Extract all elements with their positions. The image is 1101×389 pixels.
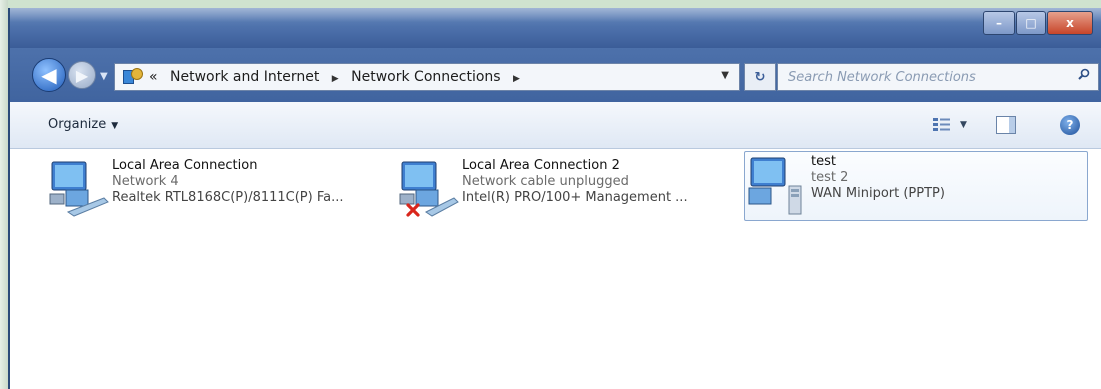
connection-status: test 2 [811,170,849,185]
navigation-bar: ◀ ▶ ▼ « Network and Internet ▶ Network C… [10,48,1101,102]
connection-name: Local Area Connection [112,158,258,173]
search-input[interactable] [778,64,1060,90]
chevron-down-icon: ▼ [960,120,967,130]
forward-button[interactable]: ▶ [68,61,96,89]
connection-device: WAN Miniport (PPTP) [811,186,945,201]
connection-device: Intel(R) PRO/100+ Management ... [462,190,688,205]
breadcrumb-network-and-internet[interactable]: Network and Internet [170,69,319,85]
vpn-connection-icon [745,152,811,215]
disconnected-x-icon [406,203,420,217]
control-panel-icon [123,68,143,86]
change-view-button[interactable]: ▼ [932,116,968,134]
list-item-local-area-connection[interactable]: Local Area Connection Network 4 Realtek … [46,156,386,222]
refresh-button[interactable]: ↻ [744,63,776,91]
explorer-window: – □ x ◀ ▶ ▼ « Network and Internet ▶ Net… [8,8,1101,389]
breadcrumb: « Network and Internet ▶ Network Connect… [149,69,528,85]
breadcrumb-separator-icon[interactable]: ▶ [513,74,520,84]
title-bar[interactable]: – □ x [10,8,1101,48]
command-bar: Organize ▼ ▼ ? [10,102,1101,149]
list-item-test[interactable]: test test 2 WAN Miniport (PPTP) [744,151,1088,221]
minimize-button[interactable]: – [983,11,1015,35]
network-adapter-icon [396,156,462,218]
network-adapter-icon [46,156,112,218]
back-button[interactable]: ◀ [32,58,66,92]
title-bar-sheen [10,8,1101,22]
address-bar[interactable]: « Network and Internet ▶ Network Connect… [114,63,740,91]
list-item-local-area-connection-2[interactable]: Local Area Connection 2 Network cable un… [396,156,742,222]
close-button[interactable]: x [1047,11,1093,35]
desktop-edge [0,0,8,389]
organize-menu-button[interactable]: Organize ▼ [48,117,118,132]
recent-pages-dropdown[interactable]: ▼ [100,71,108,82]
maximize-button[interactable]: □ [1016,11,1046,35]
address-dropdown-icon[interactable]: ▼ [721,70,729,81]
connection-device: Realtek RTL8168C(P)/8111C(P) Fa... [112,190,344,205]
breadcrumb-overflow[interactable]: « [149,69,158,85]
organize-label: Organize [48,117,107,132]
connection-name: test [811,154,836,169]
caption-buttons: – □ x [982,11,1093,35]
breadcrumb-separator-icon[interactable]: ▶ [332,74,339,84]
breadcrumb-network-connections[interactable]: Network Connections [351,69,500,85]
view-options-icon [933,118,950,131]
connection-status: Network cable unplugged [462,174,629,189]
search-box [777,63,1099,91]
chevron-down-icon: ▼ [111,121,119,131]
connections-list: Local Area Connection Network 4 Realtek … [10,149,1101,389]
connection-name: Local Area Connection 2 [462,158,620,173]
search-icon[interactable] [1078,68,1090,80]
connection-status: Network 4 [112,174,179,189]
help-button[interactable]: ? [1060,115,1080,135]
preview-pane-button[interactable] [996,116,1016,134]
